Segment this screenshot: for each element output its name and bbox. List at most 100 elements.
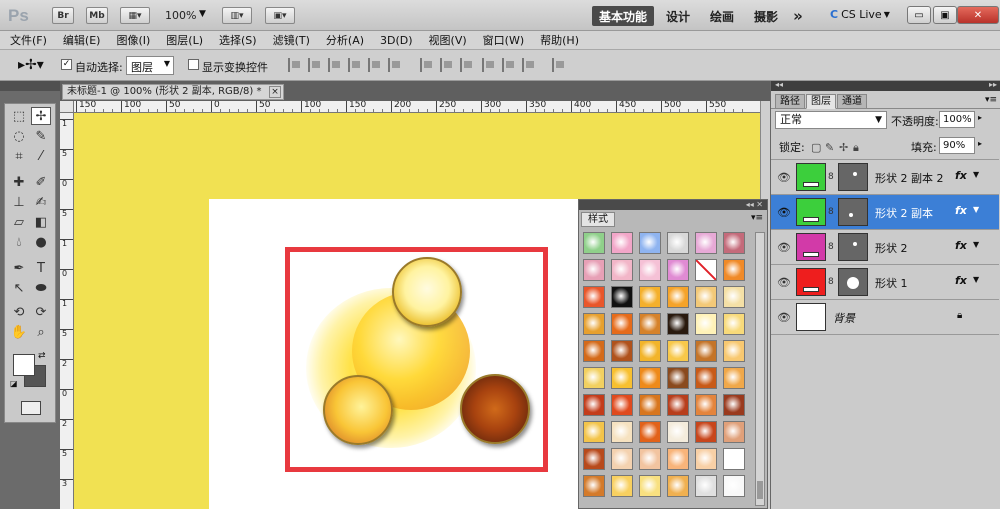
screen-mode-icon[interactable]: ▣▾ [265, 7, 295, 24]
link-icon[interactable]: 8 [828, 242, 834, 252]
eye-icon[interactable]: 👁︎ [777, 311, 791, 324]
hand-tool-icon[interactable]: ✋ [9, 324, 29, 342]
style-swatch[interactable] [611, 232, 633, 254]
align-bottom-icon[interactable] [328, 58, 344, 72]
arrange-docs-icon[interactable]: ▥▾ [222, 7, 252, 24]
style-swatch[interactable] [667, 232, 689, 254]
default-colors-icon[interactable]: ◪ [10, 379, 18, 388]
style-swatch[interactable] [639, 367, 661, 389]
distribute-bottom-icon[interactable] [460, 58, 476, 72]
layer-effects-icon[interactable]: fx [955, 204, 967, 217]
distribute-vcenter-icon[interactable] [440, 58, 456, 72]
menu-file[interactable]: 文件(F) [10, 32, 47, 48]
quick-select-tool-icon[interactable]: ✎ [31, 128, 51, 146]
layer-row[interactable]: 👁︎ 8 形状 2 fx ▼ [771, 230, 999, 265]
collapse-icon[interactable]: ◂◂ ✕ [746, 200, 763, 209]
menu-edit[interactable]: 编辑(E) [63, 32, 101, 48]
style-swatch[interactable] [695, 475, 717, 497]
menu-analysis[interactable]: 分析(A) [326, 32, 364, 48]
style-swatch[interactable] [667, 286, 689, 308]
style-swatch[interactable] [639, 475, 661, 497]
style-swatch[interactable] [723, 421, 745, 443]
document-tab[interactable]: 未标题-1 @ 100% (形状 2 副本, RGB/8) * × [62, 84, 284, 100]
layer-row[interactable]: 👁︎ 8 形状 2 副本 2 fx ▼ [771, 160, 999, 195]
menu-window[interactable]: 窗口(W) [483, 32, 524, 48]
more-workspaces-button[interactable]: » [788, 6, 808, 26]
layer-row[interactable]: 👁︎ 背景 🔒︎ [771, 300, 999, 335]
style-swatch[interactable] [723, 367, 745, 389]
style-swatch[interactable] [611, 259, 633, 281]
style-swatch[interactable] [723, 286, 745, 308]
style-swatch[interactable] [611, 340, 633, 362]
style-swatch[interactable] [583, 313, 605, 335]
style-swatch[interactable] [639, 340, 661, 362]
marquee-tool-icon[interactable]: ⬚ [9, 108, 29, 126]
style-swatch[interactable] [695, 421, 717, 443]
eye-icon[interactable]: 👁︎ [777, 171, 791, 184]
workspace-painting[interactable]: 绘画 [704, 6, 740, 26]
layer-mask-thumbnail[interactable] [838, 163, 868, 191]
expand-effects-icon[interactable]: ▼ [973, 275, 979, 284]
style-swatch[interactable] [695, 232, 717, 254]
quick-mask-icon[interactable] [21, 401, 41, 415]
style-swatch[interactable] [583, 421, 605, 443]
styles-scrollbar[interactable] [755, 232, 765, 506]
style-swatch[interactable] [583, 367, 605, 389]
style-swatch[interactable] [639, 232, 661, 254]
show-transform-checkbox[interactable] [188, 59, 199, 70]
layer-thumbnail[interactable] [796, 163, 826, 191]
link-icon[interactable]: 8 [828, 207, 834, 217]
distribute-right-icon[interactable] [522, 58, 538, 72]
layer-mask-thumbnail[interactable] [838, 198, 868, 226]
style-swatch[interactable] [695, 448, 717, 470]
style-swatch[interactable] [695, 286, 717, 308]
style-swatch[interactable] [695, 367, 717, 389]
layer-effects-icon[interactable]: fx [955, 274, 967, 287]
layer-thumbnail[interactable] [796, 233, 826, 261]
align-top-icon[interactable] [288, 58, 304, 72]
layer-thumbnail[interactable] [796, 268, 826, 296]
swap-colors-icon[interactable]: ⇄ [38, 351, 46, 361]
align-hcenter-icon[interactable] [368, 58, 384, 72]
style-swatch[interactable] [723, 448, 745, 470]
eye-icon[interactable]: 👁︎ [777, 206, 791, 219]
foreground-color-swatch[interactable] [13, 354, 35, 376]
style-swatch[interactable] [667, 367, 689, 389]
style-swatch[interactable] [723, 313, 745, 335]
lock-all-icon[interactable]: 🔒︎ [853, 141, 859, 155]
styles-panel-header[interactable]: ◂◂ ✕ [579, 200, 767, 210]
blur-tool-icon[interactable]: 💧︎ [9, 234, 29, 252]
style-swatch[interactable] [695, 340, 717, 362]
style-swatch[interactable] [583, 232, 605, 254]
style-swatch[interactable] [611, 394, 633, 416]
align-vcenter-icon[interactable] [308, 58, 324, 72]
vertical-ruler[interactable]: 1505101520253 [60, 113, 74, 509]
eraser-tool-icon[interactable]: ▱ [9, 214, 29, 232]
close-tab-icon[interactable]: × [269, 86, 281, 98]
layer-mask-thumbnail[interactable] [838, 268, 868, 296]
style-swatch[interactable] [583, 448, 605, 470]
history-brush-tool-icon[interactable]: ✍ [31, 194, 51, 212]
stamp-tool-icon[interactable]: ⊥ [9, 194, 29, 212]
move-tool-icon[interactable]: ✢ [31, 107, 51, 125]
expand-effects-icon[interactable]: ▼ [973, 240, 979, 249]
align-right-icon[interactable] [388, 58, 404, 72]
style-swatch[interactable] [611, 313, 633, 335]
fill-input[interactable]: 90% [939, 137, 975, 154]
layer-thumbnail[interactable] [796, 198, 826, 226]
style-swatch[interactable] [667, 475, 689, 497]
opacity-input[interactable]: 100% [939, 111, 975, 128]
zoom-dropdown-icon[interactable]: ▼ [199, 9, 206, 19]
expand-effects-icon[interactable]: ▼ [973, 205, 979, 214]
style-swatch[interactable] [611, 286, 633, 308]
close-button[interactable]: ✕ [957, 6, 999, 24]
ruler-origin[interactable] [60, 101, 74, 113]
style-swatch[interactable] [667, 313, 689, 335]
fill-slider-icon[interactable]: ▸ [978, 139, 982, 148]
distribute-hcenter-icon[interactable] [502, 58, 518, 72]
collapse-icon[interactable]: ◂◂ [775, 80, 783, 89]
tab-layers[interactable]: 图层 [806, 94, 836, 109]
layer-mask-thumbnail[interactable] [838, 233, 868, 261]
style-swatch[interactable] [723, 259, 745, 281]
distribute-left-icon[interactable] [482, 58, 498, 72]
